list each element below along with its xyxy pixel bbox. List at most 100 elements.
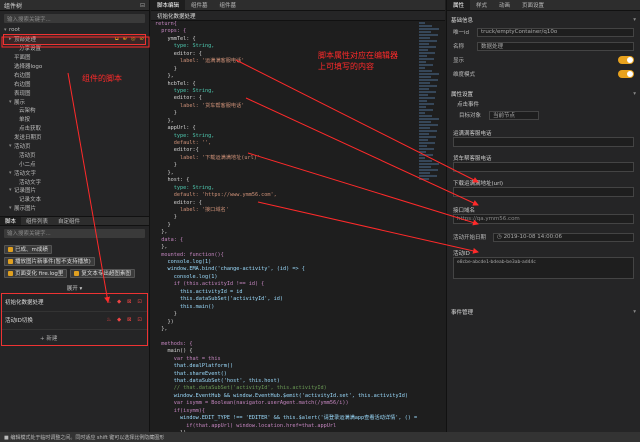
- chip[interactable]: 已成、m成绩: [4, 244, 52, 254]
- tree-item[interactable]: 分享设置: [4, 44, 145, 53]
- tree-item[interactable]: 小二点: [4, 159, 145, 168]
- tree-item[interactable]: 记录文本: [4, 195, 145, 204]
- code-line: props: {: [155, 28, 187, 35]
- minimap-line: [419, 154, 433, 156]
- section-title: 事件管理: [451, 310, 474, 316]
- minimap[interactable]: [419, 22, 441, 182]
- tree-item[interactable]: 点击获取: [4, 124, 145, 133]
- tree-item-label: 右边图: [14, 81, 31, 88]
- code-line: },: [155, 169, 174, 176]
- hcb-tel-input[interactable]: [453, 162, 634, 172]
- tree-item[interactable]: 选择器logo: [4, 62, 145, 71]
- start-time-label: 活动开始日期: [453, 235, 487, 241]
- minimap-line: [419, 70, 432, 72]
- code-line: mounted: function(){: [155, 251, 224, 258]
- file-tab[interactable]: 初始化数据处理: [151, 11, 445, 21]
- script-search-input[interactable]: 输入搜索关键字...: [4, 228, 145, 238]
- chip[interactable]: 复文本专出超图素图: [70, 268, 135, 278]
- tree-item[interactable]: ▾ 活动文字: [4, 168, 145, 177]
- start-time-field[interactable]: ◷ 2019-10-08 14:00:06: [493, 232, 634, 242]
- tree-item[interactable]: ▾ root: [4, 26, 145, 35]
- script-item-actions-icon[interactable]: ♨ ◆ ⊠ ⊡: [106, 299, 144, 305]
- tab-animation[interactable]: 动画: [493, 0, 516, 10]
- minimap-line: [419, 160, 432, 162]
- minimap-line: [419, 22, 425, 24]
- name-field[interactable]: 数据处理: [477, 41, 634, 51]
- freeze-toggle[interactable]: [618, 70, 634, 78]
- host-input[interactable]: https://qa.ymm56.com: [453, 214, 634, 224]
- host-label: 接口域名: [453, 207, 476, 214]
- id-row: 唯一id truck/emptyContainer/q10o: [447, 25, 640, 39]
- script-item[interactable]: 活动ID切换 ♨ ◆ ⊠ ⊡: [2, 312, 147, 330]
- tree-item[interactable]: ▾ 展示图片: [4, 204, 145, 213]
- tree-item-actions-icon[interactable]: ⧉ ⊕ ◎ ⊘: [115, 36, 145, 43]
- tree-item[interactable]: 活动页: [4, 150, 145, 159]
- tree-item-label: 顶部处理: [14, 37, 37, 44]
- chip[interactable]: 播放图片新事件(暂不支持播放): [4, 256, 95, 266]
- minimap-line: [419, 157, 425, 159]
- bind-select[interactable]: 当前节点: [489, 110, 539, 120]
- tree-item[interactable]: ▾ 展示: [4, 97, 145, 106]
- ymm-tel-input[interactable]: [453, 137, 634, 147]
- tree-item[interactable]: 单按: [4, 115, 145, 124]
- chip-label: 播放图片新事件(暂不支持播放): [15, 259, 91, 266]
- tab-component-list[interactable]: 组件列表: [21, 217, 53, 225]
- script-item[interactable]: 初始化数据处理 ♨ ◆ ⊠ ⊡: [2, 294, 147, 312]
- attr-section[interactable]: 属性设置 ▾: [447, 89, 640, 99]
- bottom-tabs: 脚本 组件列表 自定组件: [0, 215, 149, 226]
- tab-properties[interactable]: 属性: [447, 0, 471, 10]
- code-line: editor: {: [155, 199, 202, 206]
- minimap-line: [419, 115, 432, 117]
- chip-label: 页面变化 fire.log里: [15, 271, 64, 278]
- tree-item[interactable]: ▾ 活动页: [4, 142, 145, 151]
- code-line: }: [155, 214, 177, 221]
- minimap-line: [419, 58, 434, 60]
- freeze-row: 维度模式: [447, 67, 640, 81]
- id-field[interactable]: truck/emptyContainer/q10o: [477, 27, 634, 37]
- tree-item[interactable]: 活动文字: [4, 177, 145, 186]
- tree-item[interactable]: 平面图: [4, 53, 145, 62]
- code-line: this.main(): [155, 303, 215, 310]
- tree-item[interactable]: ▸ 顶部处理 ⧉ ⊕ ◎ ⊘: [3, 33, 146, 45]
- show-toggle[interactable]: [618, 56, 634, 64]
- tree-item[interactable]: 表现图: [4, 88, 145, 97]
- tab-scripts[interactable]: 脚本: [0, 216, 22, 225]
- mgmt-section[interactable]: 事件管理 ▾: [447, 307, 640, 317]
- minimap-line: [419, 166, 431, 168]
- chip[interactable]: 页面变化 fire.log里: [4, 268, 68, 278]
- tab-component-b[interactable]: 组件墓: [214, 0, 243, 10]
- start-time-row: 活动开始日期 ◷ 2019-10-08 14:00:06: [447, 230, 640, 244]
- minimap-line: [419, 55, 427, 57]
- tree-item[interactable]: ▾ 记录图片: [4, 186, 145, 195]
- tree-item[interactable]: 右边图: [4, 79, 145, 88]
- code-line: }: [155, 110, 177, 117]
- property-tabs: 属性 样式 动画 页面设置: [447, 0, 640, 11]
- code-line: window.EventHub && window.EventHub.$emit…: [155, 392, 408, 399]
- tree-item-label: 活动文字: [14, 170, 37, 177]
- minimap-line: [419, 136, 436, 138]
- activity-id-field[interactable]: e8cbe-abcde1-bdeab-be3ab-ad44c: [453, 257, 634, 279]
- tab-component-a[interactable]: 组件墓: [185, 0, 214, 10]
- code-line: main() {: [155, 348, 193, 355]
- collapse-icon[interactable]: ⊟: [140, 2, 145, 9]
- tree-item[interactable]: 右边图: [4, 70, 145, 79]
- expand-more-button[interactable]: 展开 ▾: [0, 284, 149, 292]
- basic-info-section[interactable]: 基础信息 ▾: [447, 15, 640, 25]
- app-url-input[interactable]: [453, 187, 634, 197]
- minimap-line: [419, 49, 428, 51]
- tab-custom-components[interactable]: 自定组件: [53, 217, 85, 225]
- minimap-line: [419, 127, 430, 129]
- script-item-actions-icon[interactable]: ♨ ◆ ⊠ ⊡: [106, 317, 144, 323]
- tree-item[interactable]: 云架构: [4, 106, 145, 115]
- code-editor[interactable]: return{ props: { ymmTel: { type: String,…: [151, 21, 417, 432]
- minimap-line: [419, 130, 437, 132]
- tree-search-input[interactable]: 输入搜索关键字...: [4, 14, 145, 23]
- tab-page-settings[interactable]: 页面设置: [516, 0, 550, 10]
- tree-item[interactable]: 发送日期页: [4, 133, 145, 142]
- tab-styles[interactable]: 样式: [470, 0, 493, 10]
- show-label: 显示: [453, 58, 465, 64]
- activity-id-label: 活动ID: [453, 250, 470, 257]
- tab-script-editor[interactable]: 脚本编辑: [151, 0, 186, 10]
- new-script-button[interactable]: + 新建: [40, 334, 147, 345]
- tree-item-label: 发送日期页: [14, 135, 42, 142]
